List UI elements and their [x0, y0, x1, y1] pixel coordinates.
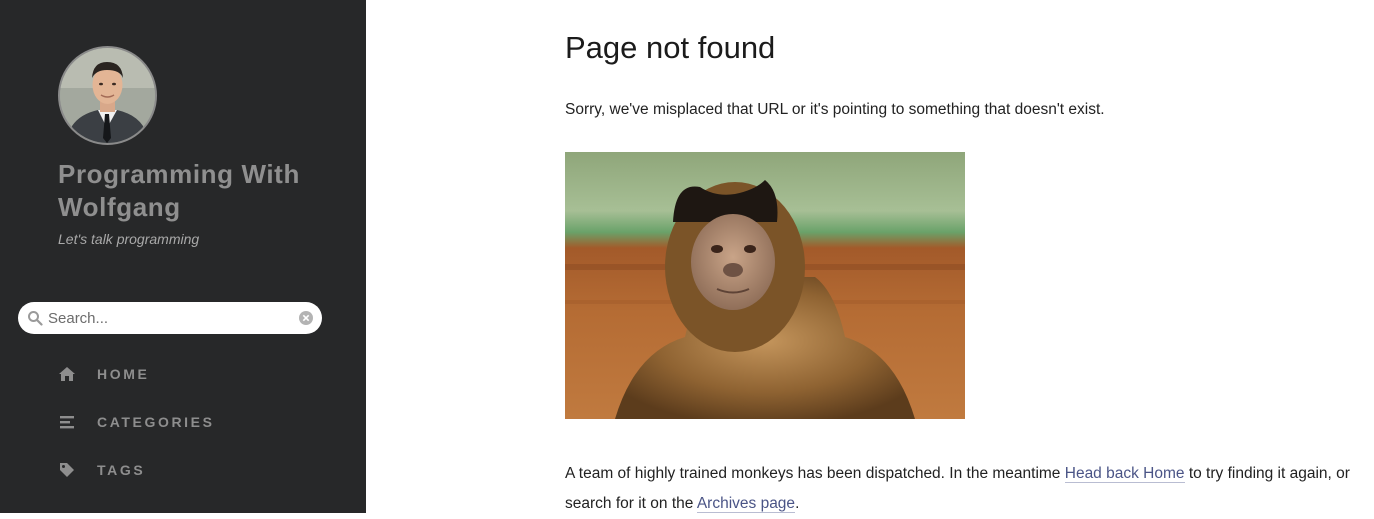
home-icon — [59, 367, 75, 381]
help-text-part: . — [795, 495, 800, 512]
nav-item-label: CATEGORIES — [97, 414, 215, 430]
search-input[interactable] — [48, 305, 288, 331]
sidebar-nav: HOME CATEGORIES TAGS — [58, 362, 215, 506]
nav-item-label: HOME — [97, 366, 150, 382]
page-title: Page not found — [565, 30, 776, 65]
search-icon — [28, 311, 43, 326]
nav-item-home[interactable]: HOME — [58, 362, 215, 410]
monkey-image — [565, 152, 965, 419]
clear-search-icon[interactable] — [299, 311, 313, 325]
avatar-portrait — [60, 48, 155, 143]
tag-icon — [60, 463, 74, 477]
avatar[interactable] — [58, 46, 157, 145]
sidebar: Programming With Wolfgang Let's talk pro… — [0, 0, 366, 513]
help-text-part: A team of highly trained monkeys has bee… — [565, 465, 1065, 482]
site-title[interactable]: Programming With Wolfgang — [58, 158, 348, 224]
list-icon — [60, 416, 74, 429]
nav-item-label: TAGS — [97, 462, 146, 478]
site-subtitle: Let's talk programming — [58, 231, 200, 247]
home-link[interactable]: Head back Home — [1064, 465, 1185, 483]
monkey-illustration — [565, 152, 965, 419]
search-box — [18, 302, 322, 334]
archives-link[interactable]: Archives page — [696, 495, 796, 513]
nav-item-categories[interactable]: CATEGORIES — [58, 410, 215, 458]
nav-item-tags[interactable]: TAGS — [58, 458, 215, 506]
help-text: A team of highly trained monkeys has bee… — [565, 459, 1365, 519]
error-message: Sorry, we've misplaced that URL or it's … — [565, 101, 1105, 118]
